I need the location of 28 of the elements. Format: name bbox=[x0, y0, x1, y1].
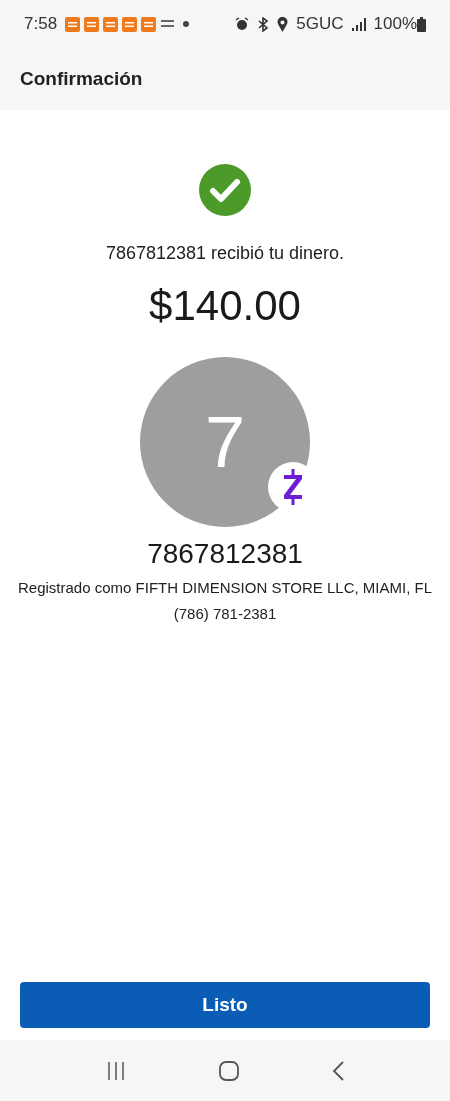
recipient-name: 7867812381 bbox=[147, 537, 303, 571]
alarm-icon bbox=[235, 17, 250, 31]
notification-icon bbox=[160, 18, 176, 30]
notification-icon bbox=[84, 16, 100, 32]
bluetooth-icon bbox=[257, 16, 270, 32]
page-title: Confirmación bbox=[20, 66, 143, 91]
battery-icon bbox=[417, 17, 426, 33]
confirmation-message: 7867812381 recibió tu dinero. bbox=[105, 242, 345, 265]
dot-icon bbox=[183, 21, 190, 27]
battery-percent: 100% bbox=[373, 13, 417, 36]
notification-icon bbox=[65, 16, 81, 32]
signal-icon bbox=[351, 18, 366, 32]
registered-as-text: Registrado como FIFTH DIMENSION STORE LLC, MIAMI, FL bbox=[18, 577, 432, 598]
clock-time: 7:58 bbox=[24, 13, 58, 36]
amount: $140.00 bbox=[149, 283, 301, 330]
notification-icon bbox=[122, 16, 138, 32]
recent-apps-icon[interactable] bbox=[106, 1060, 127, 1081]
back-icon[interactable] bbox=[331, 1060, 344, 1081]
network-label: 5GUC bbox=[296, 13, 344, 36]
success-check-icon bbox=[199, 164, 251, 216]
location-icon bbox=[277, 16, 289, 32]
home-icon[interactable] bbox=[219, 1060, 239, 1081]
recipient-phone: (786) 781-2381 bbox=[173, 604, 277, 625]
notification-icon bbox=[103, 16, 119, 32]
zelle-logo-icon bbox=[282, 469, 304, 506]
notification-icon bbox=[141, 16, 157, 32]
avatar: 7 bbox=[140, 357, 310, 528]
done-button[interactable]: Listo bbox=[20, 982, 430, 1028]
